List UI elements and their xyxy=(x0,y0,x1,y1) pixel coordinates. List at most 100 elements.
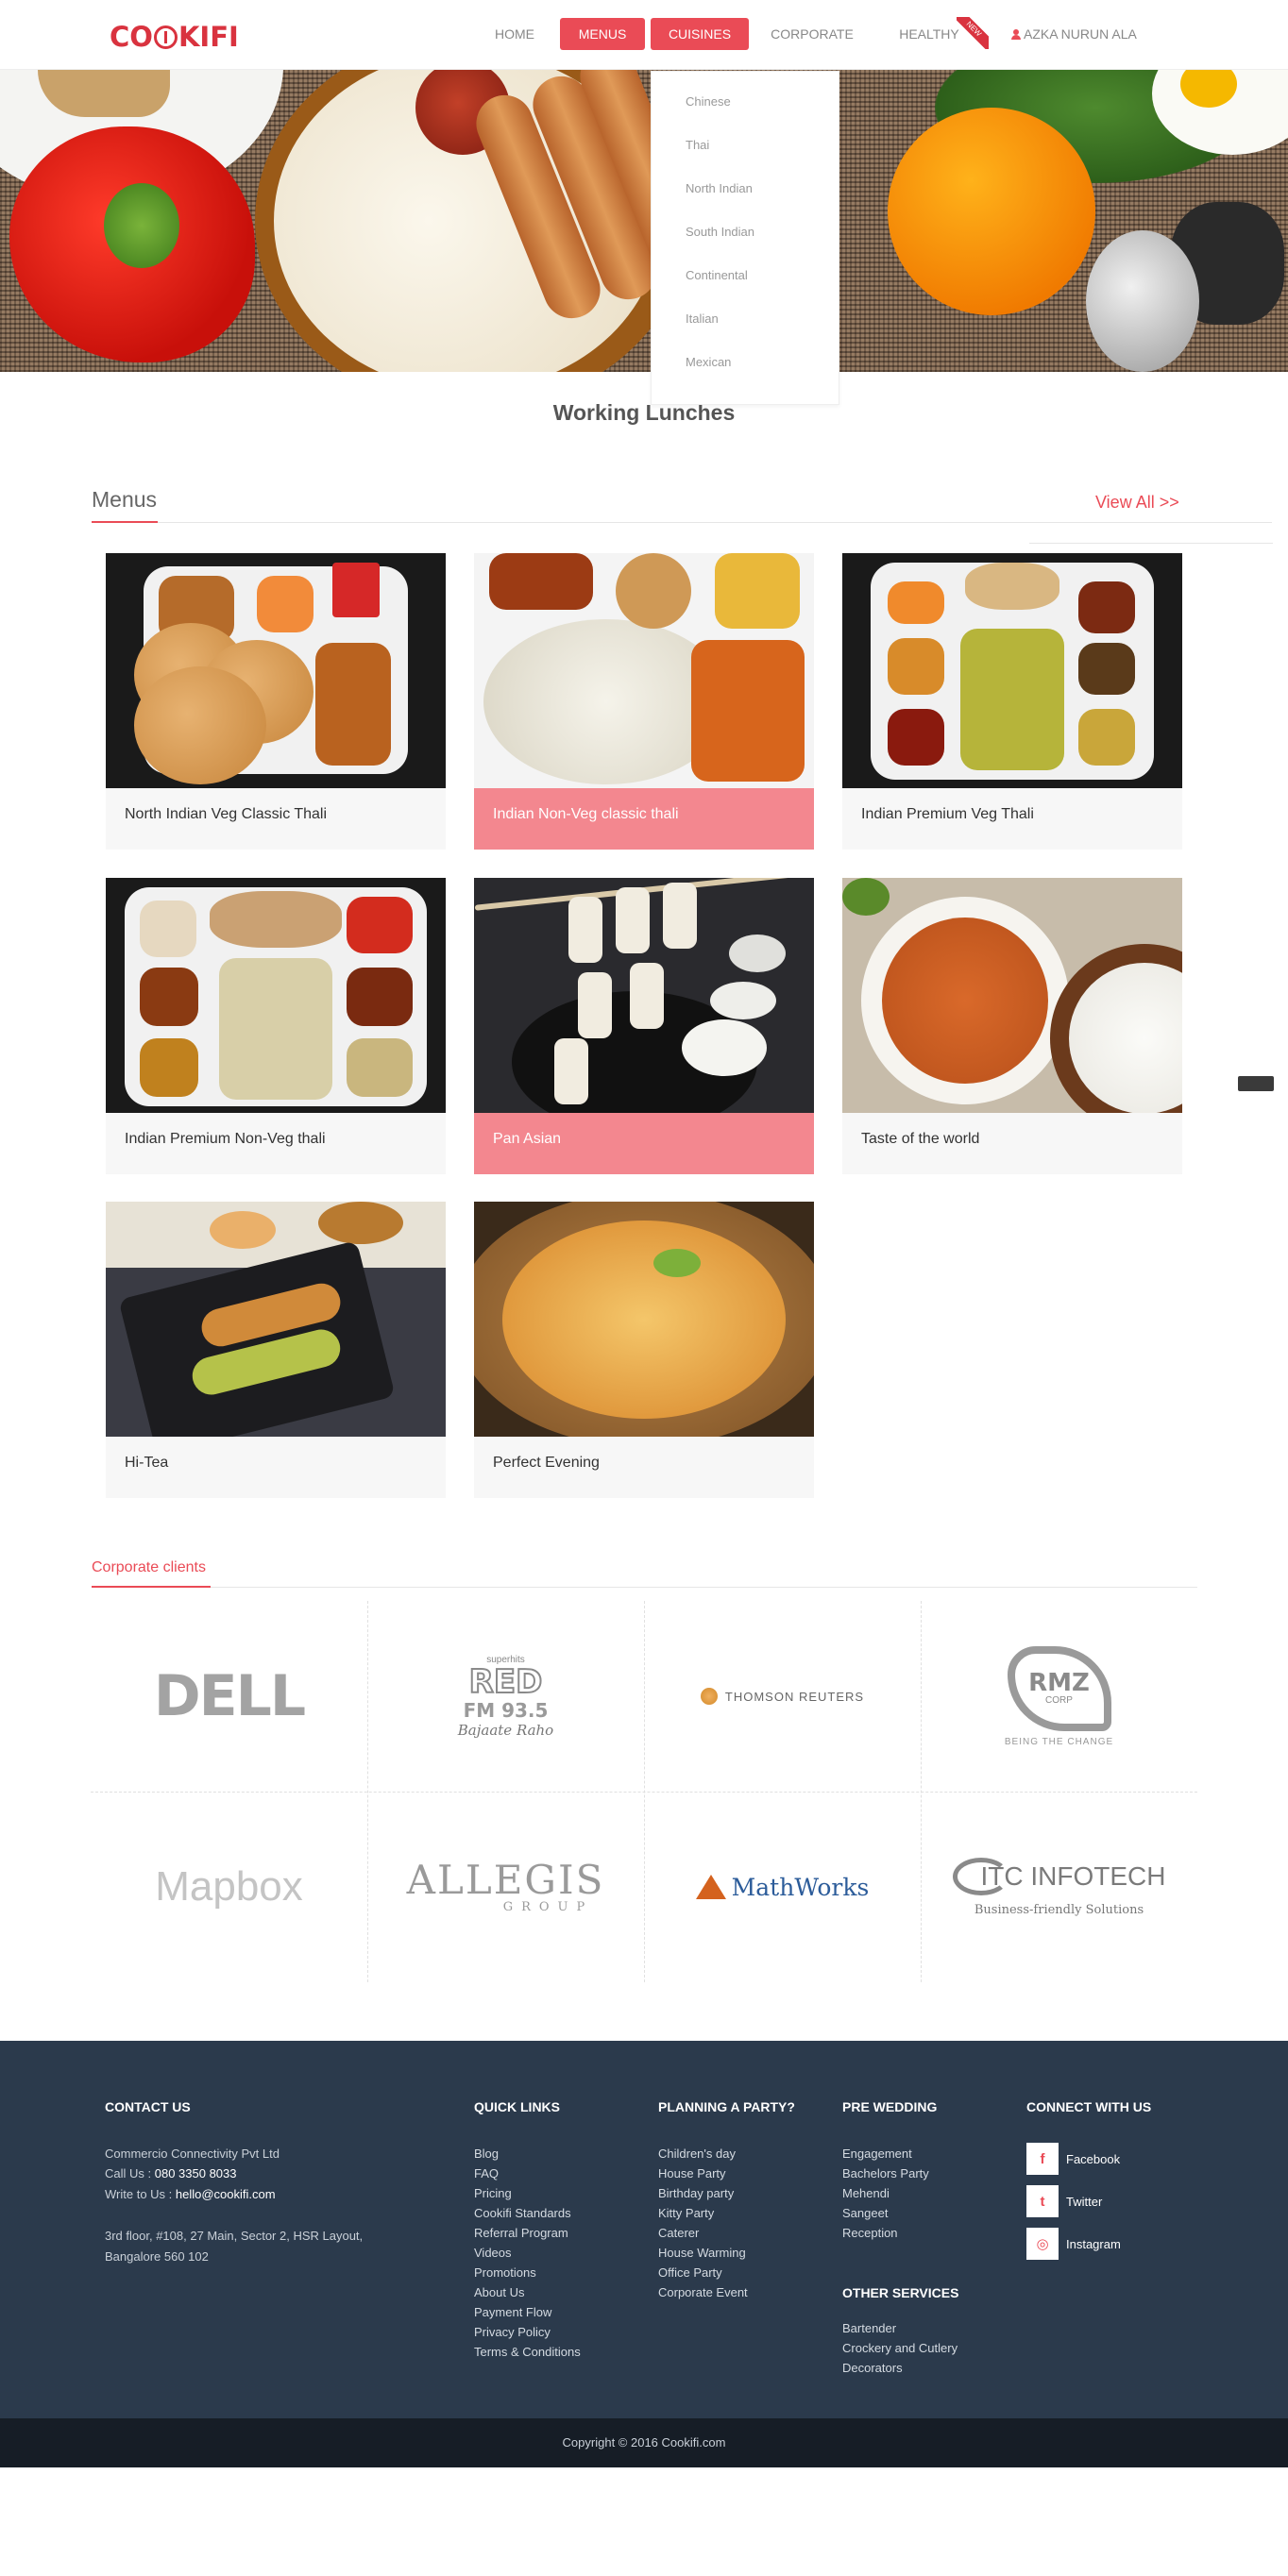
footer-link-crockery[interactable]: Crockery and Cutlery xyxy=(842,2341,958,2355)
footer-link-twitter[interactable]: Twitter xyxy=(1066,2195,1102,2209)
email-address[interactable]: hello@cookifi.com xyxy=(176,2187,276,2201)
view-all-link[interactable]: View All >> xyxy=(1095,493,1179,513)
menus-section-rule xyxy=(158,522,1272,523)
footer-link-about-us[interactable]: About Us xyxy=(474,2285,524,2299)
menu-card-north-indian-veg[interactable]: North Indian Veg Classic Thali xyxy=(106,553,446,850)
footer-link-birthday-party[interactable]: Birthday party xyxy=(658,2186,734,2200)
clients-section-rule xyxy=(211,1587,1197,1588)
allegis-wordmark: ALLEGIS xyxy=(406,1856,605,1903)
client-logo-dell: DELL xyxy=(91,1601,367,1792)
footer-link-referral-program[interactable]: Referral Program xyxy=(474,2226,568,2240)
thomson-reuters-icon xyxy=(700,1688,718,1705)
nav-healthy[interactable]: HEALTHY xyxy=(895,18,963,50)
facebook-icon[interactable]: f xyxy=(1026,2143,1059,2175)
footer-link-instagram[interactable]: Instagram xyxy=(1066,2237,1121,2251)
footer-company-name: Commercio Connectivity Pvt Ltd xyxy=(105,2147,280,2161)
footer-link-cookifi-standards[interactable]: Cookifi Standards xyxy=(474,2206,571,2220)
dropdown-item-chinese[interactable]: Chinese xyxy=(686,94,731,109)
salad-compartment xyxy=(715,553,800,629)
footer-link-childrens-day[interactable]: Children's day xyxy=(658,2147,736,2161)
footer-link-office-party[interactable]: Office Party xyxy=(658,2265,722,2280)
dell-wordmark: DELL xyxy=(153,1663,306,1729)
menu-card-indian-non-veg-classic[interactable]: Indian Non-Veg classic thali xyxy=(474,553,814,850)
pepper-stem xyxy=(104,183,179,268)
footer-link-decorators[interactable]: Decorators xyxy=(842,2361,903,2375)
spring-roll-4 xyxy=(578,972,612,1038)
footer-address-line-1: 3rd floor, #108, 27 Main, Sector 2, HSR … xyxy=(105,2229,364,2243)
thali-photo xyxy=(106,878,446,1113)
footer-link-sangeet[interactable]: Sangeet xyxy=(842,2206,888,2220)
footer-link-kitty-party[interactable]: Kitty Party xyxy=(658,2206,714,2220)
rmz-tagline: BEING THE CHANGE xyxy=(1004,1736,1114,1747)
footer-link-faq[interactable]: FAQ xyxy=(474,2166,499,2180)
dessert-compartment xyxy=(347,1038,413,1097)
pulao-compartment xyxy=(960,629,1064,770)
footer-link-bachelors-party[interactable]: Bachelors Party xyxy=(842,2166,929,2180)
sauce-dish-green xyxy=(682,1019,767,1076)
nav-cuisines[interactable]: CUISINES xyxy=(651,18,749,50)
salad-compartment xyxy=(140,901,196,957)
dropdown-item-north-indian[interactable]: North Indian xyxy=(686,181,753,195)
itc-wordmark: ITC INFOTECH xyxy=(980,1860,1166,1891)
footer-link-promotions[interactable]: Promotions xyxy=(474,2265,536,2280)
cuisines-dropdown: Chinese Thai North Indian South Indian C… xyxy=(651,71,839,405)
menu-card-taste-of-the-world[interactable]: Taste of the world xyxy=(842,878,1182,1174)
footer-link-privacy-policy[interactable]: Privacy Policy xyxy=(474,2325,551,2339)
nav-corporate[interactable]: CORPORATE xyxy=(763,18,861,50)
spring-roll-5 xyxy=(630,963,664,1029)
footer-connect-heading: CONNECT WITH US xyxy=(1026,2099,1152,2114)
pasta-photo xyxy=(474,1202,814,1437)
footer-link-terms[interactable]: Terms & Conditions xyxy=(474,2345,581,2359)
gravy-compartment xyxy=(1078,581,1135,633)
site-footer: CONTACT US Commercio Connectivity Pvt Lt… xyxy=(0,2041,1288,2418)
curry-photo xyxy=(842,878,1182,1113)
instagram-icon[interactable]: ◎ xyxy=(1026,2228,1059,2260)
chicken-compartment xyxy=(489,553,593,610)
sauce-dish-red xyxy=(729,934,786,972)
copyright-bar: Copyright © 2016 Cookifi.com xyxy=(0,2418,1288,2467)
dropdown-item-italian[interactable]: Italian xyxy=(686,311,719,326)
menu-card-perfect-evening[interactable]: Perfect Evening xyxy=(474,1202,814,1498)
footer-link-videos[interactable]: Videos xyxy=(474,2246,512,2260)
copyright-text: Copyright © 2016 Cookifi.com xyxy=(562,2435,726,2450)
floating-scroll-handle[interactable] xyxy=(1238,1076,1274,1091)
slate-platter xyxy=(118,1240,396,1437)
footer-link-pricing[interactable]: Pricing xyxy=(474,2186,512,2200)
dal-bowl xyxy=(616,553,691,629)
footer-link-caterer[interactable]: Caterer xyxy=(658,2226,699,2240)
spring-roll-3 xyxy=(663,883,697,949)
menu-card-pan-asian[interactable]: Pan Asian xyxy=(474,878,814,1174)
footer-link-bartender[interactable]: Bartender xyxy=(842,2321,896,2335)
menu-card-hi-tea[interactable]: Hi-Tea xyxy=(106,1202,446,1498)
menu-card-indian-premium-non-veg[interactable]: Indian Premium Non-Veg thali xyxy=(106,878,446,1174)
rmz-wordmark: RMZ xyxy=(1028,1669,1090,1697)
footer-link-facebook[interactable]: Facebook xyxy=(1066,2152,1120,2166)
user-account-link[interactable]: AZKA NURUN ALA xyxy=(1011,18,1137,50)
nav-menus[interactable]: MENUS xyxy=(560,18,645,50)
dropdown-item-thai[interactable]: Thai xyxy=(686,138,709,152)
phone-number[interactable]: 080 3350 8033 xyxy=(155,2166,237,2180)
menu-card-indian-premium-veg[interactable]: Indian Premium Veg Thali xyxy=(842,553,1182,850)
pan-asian-photo xyxy=(474,878,814,1113)
client-logo-thomson-reuters: THOMSON REUTERS xyxy=(644,1601,921,1792)
footer-link-house-party[interactable]: House Party xyxy=(658,2166,726,2180)
footer-link-reception[interactable]: Reception xyxy=(842,2226,898,2240)
dropdown-item-south-indian[interactable]: South Indian xyxy=(686,225,754,239)
user-name: AZKA NURUN ALA xyxy=(1024,26,1137,42)
dropdown-item-mexican[interactable]: Mexican xyxy=(686,355,731,369)
twitter-icon[interactable]: t xyxy=(1026,2185,1059,2217)
footer-link-mehendi[interactable]: Mehendi xyxy=(842,2186,890,2200)
carrot-compartment xyxy=(257,576,314,632)
hi-tea-photo xyxy=(106,1202,446,1437)
spoon xyxy=(1086,230,1199,372)
footer-link-corporate-event[interactable]: Corporate Event xyxy=(658,2285,748,2299)
footer-address-line-2: Bangalore 560 102 xyxy=(105,2249,209,2264)
footer-link-payment-flow[interactable]: Payment Flow xyxy=(474,2305,551,2319)
footer-link-house-warming[interactable]: House Warming xyxy=(658,2246,746,2260)
footer-link-engagement[interactable]: Engagement xyxy=(842,2147,912,2161)
dropdown-item-continental[interactable]: Continental xyxy=(686,268,748,282)
cookifi-logo[interactable]: CO KIFI xyxy=(110,21,239,53)
allegis-group: GROUP xyxy=(502,1899,594,1914)
footer-link-blog[interactable]: Blog xyxy=(474,2147,499,2161)
nav-home[interactable]: HOME xyxy=(486,18,543,50)
